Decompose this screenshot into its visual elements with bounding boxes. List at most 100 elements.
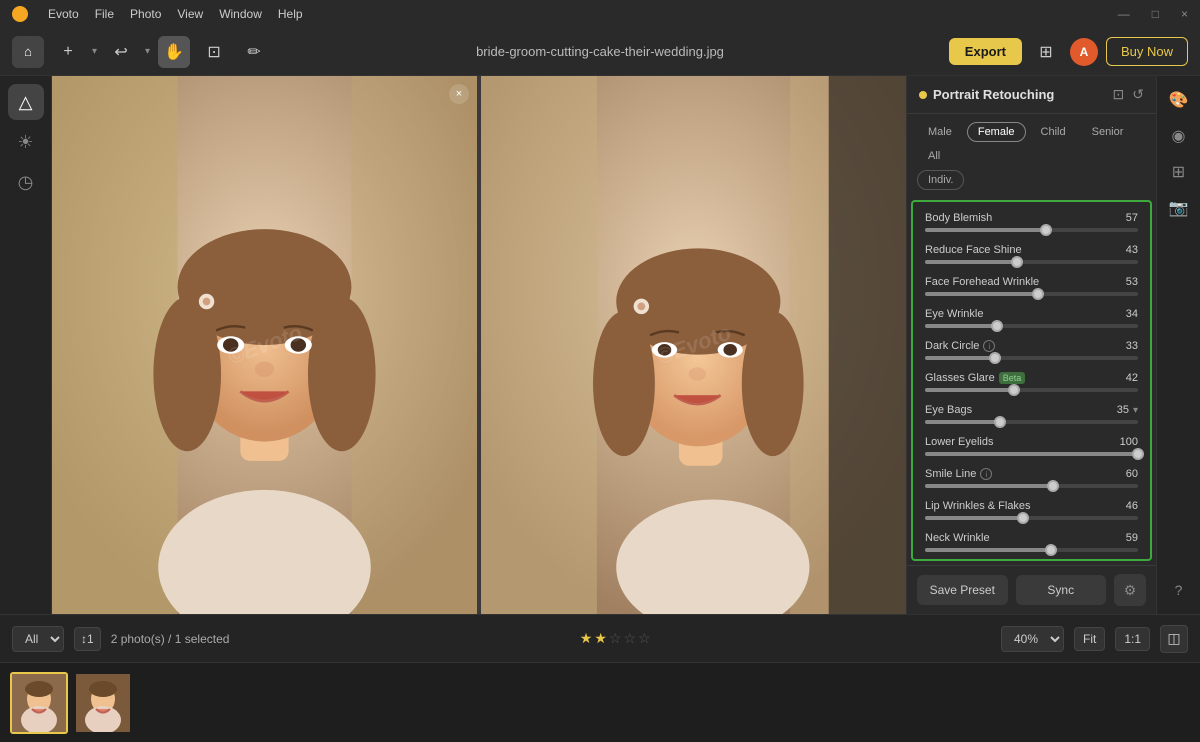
fit-button[interactable]: Fit — [1074, 627, 1105, 651]
bottom-bar: All ↕1 2 photo(s) / 1 selected ★ ★ ☆ ☆ ☆… — [0, 614, 1200, 662]
tab-all[interactable]: All — [917, 146, 951, 166]
info-icon-dark-circle[interactable]: i — [983, 340, 995, 352]
bride-portrait-right — [481, 76, 906, 614]
star-2[interactable]: ★ — [594, 630, 607, 647]
panel-refresh-button[interactable]: ↺ — [1132, 86, 1144, 103]
panel-title-dot — [919, 91, 927, 99]
chevron-undo-icon[interactable]: ▾ — [145, 46, 150, 57]
slider-row-lower-eyelids: Lower Eyelids 100 — [913, 430, 1150, 462]
canvas-images: × — [52, 76, 906, 614]
slider-value-lip-wrinkles-flakes: 46 — [1126, 500, 1138, 512]
slider-row-dark-circle: Dark Circle i 33 — [913, 334, 1150, 366]
crop-tool-button[interactable]: ⊡ — [198, 36, 230, 68]
slider-label-face-forehead-wrinkle: Face Forehead Wrinkle — [925, 276, 1039, 288]
one-one-button[interactable]: 1:1 — [1115, 627, 1150, 651]
slider-value-face-forehead-wrinkle: 53 — [1126, 276, 1138, 288]
menu-item-window[interactable]: Window — [219, 7, 262, 21]
sync-button[interactable]: Sync — [1016, 575, 1107, 605]
menu-item-evoto[interactable]: Evoto — [48, 7, 79, 21]
slider-track-lower-eyelids[interactable] — [925, 452, 1138, 456]
slider-track-smile-line[interactable] — [925, 484, 1138, 488]
slider-label-glasses-glare: Glasses Glare Beta — [925, 372, 1025, 384]
menu-bar: Evoto File Photo View Window Help — □ × — [0, 0, 1200, 28]
slider-track-dark-circle[interactable] — [925, 356, 1138, 360]
chevron-add-icon[interactable]: ▾ — [92, 46, 97, 57]
tab-senior[interactable]: Senior — [1081, 122, 1135, 142]
avatar-button[interactable]: A — [1070, 38, 1098, 66]
tab-male[interactable]: Male — [917, 122, 963, 142]
menu-item-photo[interactable]: Photo — [130, 7, 161, 21]
slider-row-reduce-face-shine: Reduce Face Shine 43 — [913, 238, 1150, 270]
settings-gear-button[interactable]: ⚙ — [1114, 574, 1146, 606]
minimize-btn[interactable]: — — [1118, 7, 1130, 21]
sidebar-tool-sun[interactable]: ☀ — [8, 124, 44, 160]
slider-track-lip-wrinkles-flakes[interactable] — [925, 516, 1138, 520]
far-sidebar-palette-button[interactable]: 🎨 — [1163, 84, 1195, 116]
slider-value-dark-circle: 33 — [1126, 340, 1138, 352]
tab-child[interactable]: Child — [1030, 122, 1077, 142]
menu-item-help[interactable]: Help — [278, 7, 303, 21]
slider-value-smile-line: 60 — [1126, 468, 1138, 480]
filmstrip-thumb-1[interactable] — [10, 672, 68, 734]
buy-now-button[interactable]: Buy Now — [1106, 37, 1188, 66]
slider-value-eye-wrinkle: 34 — [1126, 308, 1138, 320]
save-preset-button[interactable]: Save Preset — [917, 575, 1008, 605]
main-area: △ ☀ ◷ × — [0, 76, 1200, 614]
slider-track-neck-wrinkle[interactable] — [925, 548, 1138, 552]
menu-item-file[interactable]: File — [95, 7, 114, 21]
far-sidebar-camera-button[interactable]: 📷 — [1163, 192, 1195, 224]
close-btn[interactable]: × — [1181, 7, 1188, 21]
image-panel-left: × — [52, 76, 477, 614]
slider-value-eye-bags: 35 ▾ — [1117, 404, 1138, 416]
compare-button[interactable]: ◫ — [1160, 625, 1188, 653]
star-3[interactable]: ☆ — [609, 630, 622, 647]
hand-tool-button[interactable]: ✋ — [158, 36, 190, 68]
undo-button[interactable]: ↩ — [105, 36, 137, 68]
indiv-button[interactable]: Indiv. — [917, 170, 964, 190]
sidebar-tool-triangle[interactable]: △ — [8, 84, 44, 120]
portrait-retouching-panel: Portrait Retouching ⊡ ↺ Male Female Chil… — [906, 76, 1156, 614]
slider-value-lower-eyelids: 100 — [1120, 436, 1138, 448]
sidebar-tool-clock[interactable]: ◷ — [8, 164, 44, 200]
star-4[interactable]: ☆ — [623, 630, 636, 647]
help-button[interactable]: ? — [1163, 574, 1195, 606]
file-name: bride-groom-cutting-cake-their-wedding.j… — [476, 44, 724, 59]
panel-expand-button[interactable]: ⊡ — [1113, 86, 1125, 103]
info-icon-smile-line[interactable]: i — [980, 468, 992, 480]
slider-value-glasses-glare: 42 — [1126, 372, 1138, 384]
menu-item-view[interactable]: View — [177, 7, 203, 21]
far-sidebar-layers-button[interactable]: ⊞ — [1163, 156, 1195, 188]
zoom-select[interactable]: 40% — [1001, 626, 1064, 652]
maximize-btn[interactable]: □ — [1152, 7, 1159, 21]
toolbar: ⌂ + ▾ ↩ ▾ ✋ ⊡ ✏ bride-groom-cutting-cake… — [0, 28, 1200, 76]
filmstrip-thumb-2[interactable] — [74, 672, 132, 734]
slider-track-eye-wrinkle[interactable] — [925, 324, 1138, 328]
brush-tool-button[interactable]: ✏ — [238, 36, 270, 68]
slider-value-neck-wrinkle: 59 — [1126, 532, 1138, 544]
slider-track-reduce-face-shine[interactable] — [925, 260, 1138, 264]
dropdown-arrow-eye-bags[interactable]: ▾ — [1133, 405, 1138, 416]
far-sidebar-person-button[interactable]: ◉ — [1163, 120, 1195, 152]
slider-track-glasses-glare[interactable] — [925, 388, 1138, 392]
toolbar-center: bride-groom-cutting-cake-their-wedding.j… — [310, 44, 890, 59]
slider-track-eye-bags[interactable] — [925, 420, 1138, 424]
slider-track-face-forehead-wrinkle[interactable] — [925, 292, 1138, 296]
filter-select[interactable]: All — [12, 626, 64, 652]
export-button[interactable]: Export — [949, 38, 1022, 65]
slider-track-body-blemish[interactable] — [925, 228, 1138, 232]
slider-label-eye-bags: Eye Bags — [925, 404, 972, 416]
close-left-panel-button[interactable]: × — [449, 84, 469, 104]
slider-label-eye-wrinkle: Eye Wrinkle — [925, 308, 983, 320]
home-button[interactable]: ⌂ — [12, 36, 44, 68]
slider-row-double-chin: Double Chin i 88 — [913, 558, 1150, 561]
slider-label-reduce-face-shine: Reduce Face Shine — [925, 244, 1022, 256]
icon-button-1[interactable]: ⊞ — [1030, 36, 1062, 68]
star-5[interactable]: ☆ — [638, 630, 651, 647]
beta-badge-glasses-glare: Beta — [999, 372, 1026, 384]
tab-female[interactable]: Female — [967, 122, 1026, 142]
add-button[interactable]: + — [52, 36, 84, 68]
sort-button[interactable]: ↕1 — [74, 627, 101, 651]
star-1[interactable]: ★ — [580, 630, 593, 647]
toolbar-right: Export ⊞ A Buy Now — [898, 36, 1188, 68]
left-sidebar: △ ☀ ◷ — [0, 76, 52, 614]
